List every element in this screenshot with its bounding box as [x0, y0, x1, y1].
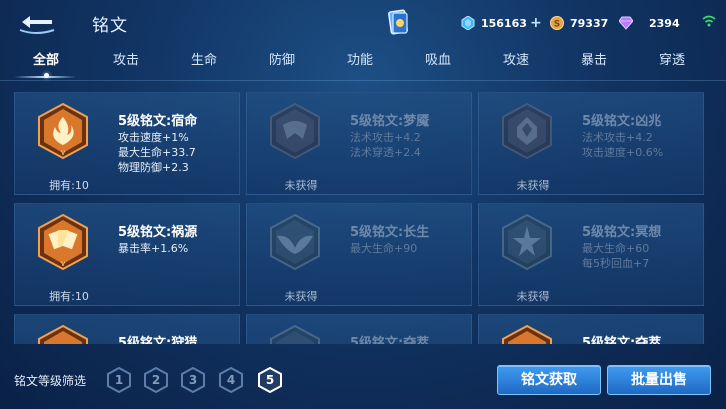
- tabs-divider: [0, 80, 726, 81]
- inscription-grid: V 拥有:10 5级铭文:宿命 攻击速度+1% 最大生命+33.7 物理防御+2…: [0, 86, 726, 344]
- inscription-attrs: 最大生命+60 每5秒回血+7: [582, 241, 649, 271]
- inscription-name: 5级铭文:冥想: [582, 225, 662, 240]
- inscription-name: 5级铭文:祸源: [118, 225, 198, 240]
- inscription-attrs: 法术攻击+4.2 攻击速度+0.6%: [582, 130, 663, 160]
- inscription-card[interactable]: 5级铭文:夺萃: [478, 314, 704, 344]
- active-tab-indicator: [44, 73, 49, 78]
- bulk-sell-button[interactable]: 批量出售: [607, 365, 711, 395]
- level-number: 3: [188, 373, 198, 387]
- inscription-name: 5级铭文:宿命: [118, 114, 198, 129]
- tab-attack[interactable]: 攻击: [100, 50, 152, 76]
- level-filter-label: 铭文等级筛选: [14, 374, 87, 388]
- inscription-name: 5级铭文:夺萃: [582, 336, 662, 344]
- level-filter-1[interactable]: 1: [106, 366, 132, 394]
- purple-crystal-icon: [619, 16, 633, 30]
- inscription-name: 5级铭文:凶兆: [582, 114, 662, 129]
- crystal-value: 2394: [649, 16, 680, 30]
- inscription-name: 5级铭文:狩猎: [118, 336, 198, 344]
- attr-line: 最大生命+90: [350, 242, 418, 255]
- back-arrow-icon[interactable]: [14, 10, 58, 34]
- grasp-emblem-icon: [502, 325, 552, 344]
- omen-emblem-icon: [502, 103, 552, 160]
- category-tabs: 全部 攻击 生命 防御 功能 吸血 攻速 暴击 穿透: [0, 50, 726, 80]
- hunt-emblem-icon: [38, 325, 88, 344]
- wings-emblem-icon: [270, 214, 320, 271]
- inscription-name: 5级铭文:夺萃: [350, 336, 430, 344]
- level-filter-5[interactable]: 5: [257, 366, 283, 394]
- owned-status: 未获得: [284, 290, 318, 303]
- inscription-attrs: 法术攻击+4.2 法术穿透+2.4: [350, 130, 421, 160]
- attr-line: 最大生命+60: [582, 242, 650, 255]
- fire-emblem-icon: V: [38, 103, 88, 160]
- gold-value: 79337: [570, 16, 609, 30]
- inscription-card[interactable]: 未获得 5级铭文:凶兆 法术攻击+4.2 攻击速度+0.6%: [478, 92, 704, 195]
- attr-line: 每5秒回血+7: [582, 257, 650, 270]
- gold-balance: S 79337: [550, 14, 608, 32]
- inscription-card[interactable]: 5级铭文:夺萃: [246, 314, 472, 344]
- diamond-value: 156163: [481, 16, 527, 30]
- inscription-card[interactable]: V 拥有:10 5级铭文:祸源 暴击率+1.6%: [14, 203, 240, 306]
- inscription-card[interactable]: 未获得 5级铭文:冥想 最大生命+60 每5秒回血+7: [478, 203, 704, 306]
- level-filter-4[interactable]: 4: [218, 366, 244, 394]
- grasp-emblem-icon: [270, 325, 320, 344]
- inscription-card[interactable]: 未获得 5级铭文:梦魇 法术攻击+4.2 法术穿透+2.4: [246, 92, 472, 195]
- owned-status: 未获得: [284, 179, 318, 192]
- svg-text:S: S: [554, 20, 560, 30]
- top-bar: 铭文 156163 + S 79337 2394: [0, 0, 726, 46]
- level-filter-2[interactable]: 2: [143, 366, 169, 394]
- inscription-attrs: 暴击率+1.6%: [118, 241, 188, 256]
- card-pack-icon[interactable]: [388, 9, 410, 37]
- cards-emblem-icon: V: [38, 214, 88, 271]
- bottom-bar: 铭文等级筛选 1 2 3 4 5 铭文获取 批量出售: [0, 356, 726, 409]
- attr-line: 攻击速度+0.6%: [582, 146, 664, 159]
- tab-health[interactable]: 生命: [178, 50, 230, 76]
- level-number: 5: [265, 373, 275, 387]
- inscription-attrs: 最大生命+90: [350, 241, 417, 256]
- attr-line: 暴击率+1.6%: [118, 242, 189, 255]
- inscription-name: 5级铭文:长生: [350, 225, 430, 240]
- attr-line: 法术穿透+2.4: [350, 146, 421, 159]
- attr-line: 攻击速度+1%: [118, 131, 189, 144]
- level-filter-3[interactable]: 3: [180, 366, 206, 394]
- owned-status: 未获得: [516, 290, 550, 303]
- add-diamond-button[interactable]: +: [530, 16, 542, 30]
- tab-attack-speed[interactable]: 攻速: [490, 50, 542, 76]
- inscription-card[interactable]: 未获得 5级铭文:长生 最大生命+90: [246, 203, 472, 306]
- tab-defense[interactable]: 防御: [256, 50, 308, 76]
- attr-line: 法术攻击+4.2: [350, 131, 421, 144]
- gold-coin-icon: S: [550, 16, 564, 30]
- owned-count: 拥有:10: [49, 179, 89, 192]
- level-number: 4: [226, 373, 236, 387]
- tab-critical[interactable]: 暴击: [568, 50, 620, 76]
- wifi-signal-icon: [702, 15, 716, 27]
- inscription-name: 5级铭文:梦魇: [350, 114, 430, 129]
- get-inscription-button[interactable]: 铭文获取: [497, 365, 601, 395]
- level-number: 2: [151, 373, 161, 387]
- star-emblem-icon: [502, 214, 552, 271]
- nightmare-emblem-icon: [270, 103, 320, 160]
- inscription-card[interactable]: 5级铭文:狩猎: [14, 314, 240, 344]
- inscription-card[interactable]: V 拥有:10 5级铭文:宿命 攻击速度+1% 最大生命+33.7 物理防御+2…: [14, 92, 240, 195]
- owned-status: 未获得: [516, 179, 550, 192]
- attr-line: 法术攻击+4.2: [582, 131, 653, 144]
- tab-lifesteal[interactable]: 吸血: [412, 50, 464, 76]
- inscription-attrs: 攻击速度+1% 最大生命+33.7 物理防御+2.3: [118, 130, 196, 175]
- page-title: 铭文: [92, 16, 128, 36]
- diamond-balance: 156163 +: [461, 14, 542, 32]
- owned-count: 拥有:10: [49, 290, 89, 303]
- crystal-balance: 2394: [619, 14, 680, 32]
- attr-line: 物理防御+2.3: [118, 161, 189, 174]
- level-number: 1: [114, 373, 124, 387]
- blue-diamond-icon: [461, 16, 475, 30]
- tab-function[interactable]: 功能: [334, 50, 386, 76]
- attr-line: 最大生命+33.7: [118, 146, 196, 159]
- tab-penetration[interactable]: 穿透: [646, 50, 698, 76]
